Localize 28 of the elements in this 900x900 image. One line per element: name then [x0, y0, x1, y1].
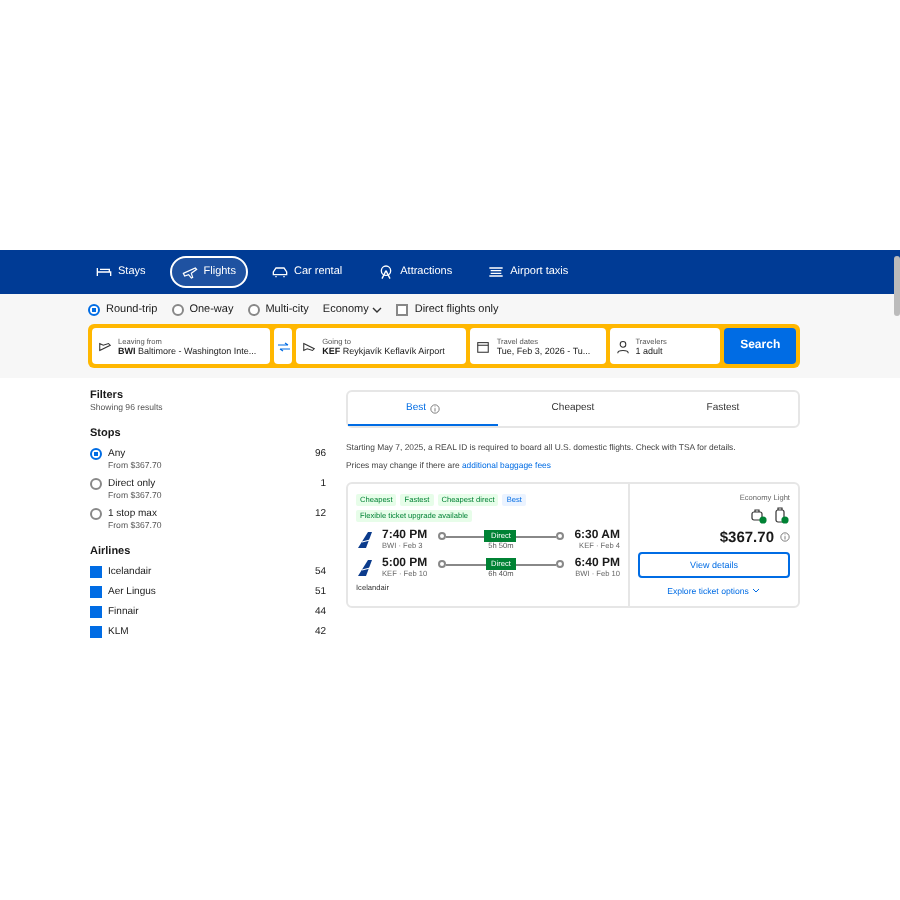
nav-icon — [488, 264, 505, 280]
chevron-down-icon — [372, 306, 383, 314]
nav-icon — [181, 264, 198, 280]
plane-icon — [302, 339, 317, 353]
checkbox[interactable] — [90, 566, 102, 578]
nav-icon — [96, 264, 112, 280]
info-icon — [780, 532, 790, 542]
tail-logo-icon — [356, 532, 372, 548]
person-icon — [615, 339, 630, 353]
checkbox[interactable] — [90, 606, 102, 618]
calendar-icon — [476, 339, 491, 353]
checkbox[interactable] — [396, 304, 409, 316]
radio-button[interactable] — [90, 448, 102, 460]
radio-button[interactable] — [171, 304, 184, 316]
nav-icon — [378, 264, 395, 280]
checkbox[interactable] — [90, 626, 102, 638]
info-icon — [430, 403, 440, 413]
radio-button[interactable] — [90, 478, 102, 490]
radio-button[interactable] — [88, 304, 100, 316]
radio-button[interactable] — [247, 304, 260, 316]
suitcase-icon — [772, 506, 790, 524]
bag-icon — [750, 506, 768, 524]
radio-button[interactable] — [90, 508, 102, 520]
swap-icon[interactable] — [274, 328, 293, 364]
plane-icon — [98, 339, 112, 353]
checkbox[interactable] — [90, 586, 102, 598]
tail-logo-icon — [356, 560, 372, 576]
nav-icon — [271, 264, 288, 280]
